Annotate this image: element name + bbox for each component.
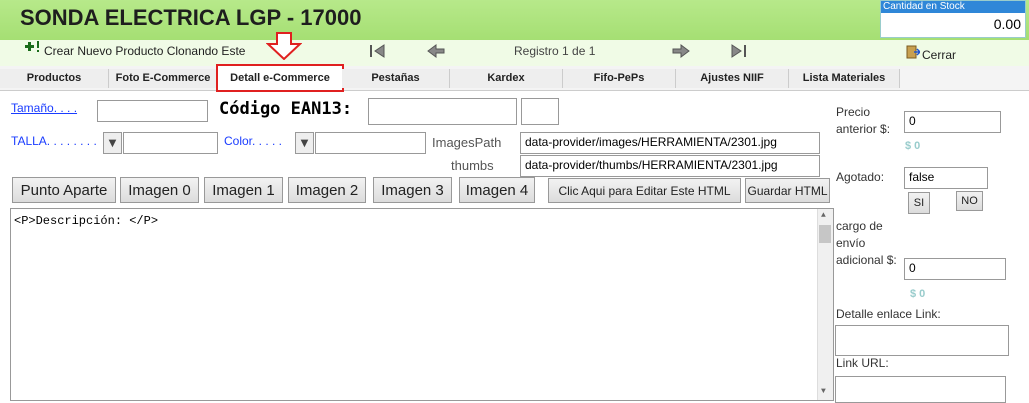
tab-detall-ecommerce[interactable]: Detall e-Commerce	[216, 64, 344, 92]
chevron-down-icon: ▼	[300, 137, 309, 149]
scroll-thumb[interactable]	[819, 225, 831, 243]
page-title: SONDA ELECTRICA LGP - 17000	[20, 5, 362, 30]
tab-bar: Productos Foto E-Commerce Detall e-Comme…	[0, 64, 1029, 92]
images-path-input[interactable]: data-provider/images/HERRAMIENTA/2301.jp…	[520, 132, 820, 154]
record-counter: Registro 1 de 1	[514, 44, 596, 58]
tab-kardex[interactable]: Kardex	[450, 69, 563, 88]
precio-anterior-formatted: $ 0	[905, 140, 921, 152]
link-url-label: Link URL:	[836, 356, 889, 370]
tab-fifo-peps[interactable]: Fifo-PePs	[563, 69, 676, 88]
talla-input[interactable]	[123, 132, 218, 154]
cargo-envio-label: cargo de envío adicional $:	[836, 219, 897, 267]
tamano-input[interactable]	[97, 100, 208, 122]
edit-html-button[interactable]: Clic Aqui para Editar Este HTML	[548, 178, 741, 203]
color-label: Color. . . . .	[224, 134, 283, 148]
stock-value: 0.00	[993, 16, 1021, 32]
exit-door-icon	[906, 45, 922, 59]
codigo-ean13-input[interactable]	[368, 98, 517, 125]
color-dropdown[interactable]: ▼	[295, 132, 314, 154]
codigo-check-input[interactable]	[521, 98, 559, 125]
save-html-button[interactable]: Guardar HTML	[745, 178, 830, 203]
close-button[interactable]: Cerrar	[922, 48, 956, 62]
precio-anterior-label: Precio anterior $:	[836, 105, 891, 136]
punto-aparte-button[interactable]: Punto Aparte	[12, 177, 116, 203]
tab-lista-materiales[interactable]: Lista Materiales	[789, 69, 900, 88]
detalle-link-label: Detalle enlace Link:	[836, 307, 941, 321]
first-record-icon[interactable]	[367, 42, 389, 60]
color-input[interactable]	[315, 132, 426, 154]
imagen-2-button[interactable]: Imagen 2	[288, 177, 366, 203]
editor-content: <P>Descripción: </P>	[14, 214, 159, 228]
talla-label: TALLA. . . . . . . .	[11, 134, 97, 148]
imagen-4-button[interactable]: Imagen 4	[459, 177, 535, 203]
stock-label: Cantidad en Stock	[881, 1, 1025, 13]
tab-ajustes-niif[interactable]: Ajustes NIIF	[676, 69, 789, 88]
precio-anterior-input[interactable]: 0	[904, 111, 1001, 133]
last-record-icon[interactable]	[727, 42, 749, 60]
tab-productos[interactable]: Productos	[0, 69, 109, 88]
link-url-input[interactable]	[835, 376, 1006, 403]
tab-pestanas[interactable]: Pestañas	[342, 69, 450, 88]
detalle-link-input[interactable]	[835, 325, 1009, 356]
arrow-down-icon	[265, 32, 303, 61]
previous-record-icon[interactable]	[425, 42, 447, 60]
imagen-0-button[interactable]: Imagen 0	[120, 177, 199, 203]
imagen-1-button[interactable]: Imagen 1	[204, 177, 283, 203]
chevron-down-icon: ▼	[108, 137, 117, 149]
scroll-up-icon[interactable]: ▲	[821, 211, 826, 220]
html-editor[interactable]: <P>Descripción: </P> ▲ ▼	[10, 208, 834, 401]
cargo-envio-input[interactable]: 0	[904, 258, 1006, 280]
cargo-envio-formatted: $ 0	[910, 288, 926, 300]
thumbs-label: thumbs	[451, 158, 494, 173]
no-button[interactable]: NO	[956, 191, 983, 211]
agotado-label: Agotado:	[836, 170, 885, 184]
imagen-3-button[interactable]: Imagen 3	[373, 177, 452, 203]
editor-scrollbar[interactable]: ▲ ▼	[817, 209, 833, 400]
stock-box: Cantidad en Stock 0.00	[880, 0, 1026, 38]
scroll-down-icon[interactable]: ▼	[821, 387, 826, 396]
agotado-input[interactable]: false	[904, 167, 988, 189]
clone-product-button[interactable]: Crear Nuevo Producto Clonando Este	[44, 44, 245, 58]
codigo-ean13-label: Código EAN13:	[219, 99, 353, 119]
toolbar: Crear Nuevo Producto Clonando Este Regis…	[0, 32, 1029, 66]
next-record-icon[interactable]	[670, 42, 692, 60]
tamano-label: Tamaño. . . .	[11, 101, 78, 115]
tab-foto-ecommerce[interactable]: Foto E-Commerce	[109, 69, 218, 88]
images-path-label: ImagesPath	[432, 135, 502, 150]
header-bar: SONDA ELECTRICA LGP - 17000 Cantidad en …	[0, 0, 1029, 40]
thumbs-input[interactable]: data-provider/thumbs/HERRAMIENTA/2301.jp…	[520, 155, 820, 177]
talla-dropdown[interactable]: ▼	[103, 132, 122, 154]
si-button[interactable]: SI	[908, 192, 930, 214]
